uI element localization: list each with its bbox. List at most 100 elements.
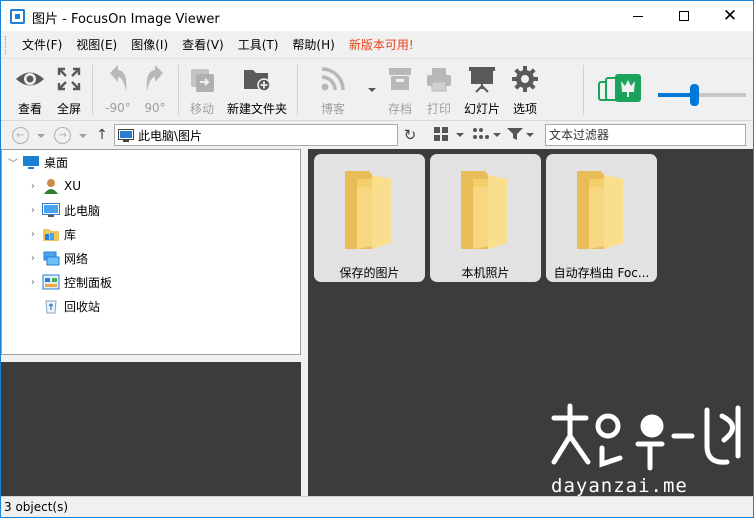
- tree-item-library[interactable]: › 库: [26, 223, 76, 245]
- rotate-right-label: 90°: [144, 101, 166, 115]
- maximize-button[interactable]: [661, 1, 707, 31]
- panel-splitter[interactable]: [301, 149, 308, 496]
- tree-item-label: 控制面板: [64, 275, 113, 290]
- blog-label: 博客: [320, 102, 345, 116]
- text-filter-input[interactable]: [549, 128, 739, 142]
- archive-button[interactable]: 存档: [382, 63, 418, 117]
- preview-panel: [1, 362, 301, 496]
- thumbnail-size-button[interactable]: [597, 73, 647, 109]
- close-button[interactable]: ✕: [707, 1, 753, 31]
- expand-chevron-icon[interactable]: ›: [26, 181, 40, 192]
- rss-icon: [320, 63, 346, 94]
- menu-grip: [5, 35, 8, 54]
- move-label: 移动: [189, 102, 214, 116]
- zoom-slider[interactable]: [658, 84, 746, 106]
- library-icon: [43, 229, 59, 241]
- eye-icon: [14, 63, 46, 94]
- tree-item-user[interactable]: › XU: [26, 175, 81, 197]
- slideshow-button[interactable]: 幻灯片: [461, 63, 503, 117]
- minimize-button[interactable]: [615, 1, 661, 31]
- expand-chevron-icon[interactable]: ›: [26, 205, 40, 216]
- options-button[interactable]: 选项: [507, 63, 543, 117]
- app-icon: [10, 9, 25, 24]
- address-bar[interactable]: 此电脑\图片: [114, 124, 398, 146]
- move-button[interactable]: 移动: [184, 63, 220, 117]
- folder-icon: [577, 171, 623, 249]
- rotate-left-button[interactable]: -90°: [101, 63, 135, 117]
- control-panel-icon: [42, 274, 60, 290]
- folder-thumbnail[interactable]: 保存的图片: [314, 154, 425, 282]
- menu-view[interactable]: 视图(E): [69, 36, 124, 53]
- forward-arrow-icon: →: [58, 130, 67, 141]
- rotate-right-icon: [143, 63, 167, 95]
- forward-dropdown-arrow-icon[interactable]: [79, 134, 87, 138]
- menu-help[interactable]: 帮助(H): [285, 36, 341, 53]
- expand-chevron-icon[interactable]: ›: [26, 229, 40, 240]
- rotate-left-icon: [106, 63, 130, 95]
- refresh-button[interactable]: ↻: [402, 126, 418, 144]
- sort-button[interactable]: [472, 127, 502, 143]
- blog-dropdown-arrow-icon[interactable]: [368, 88, 376, 92]
- tree-item-network[interactable]: › 网络: [26, 247, 88, 269]
- gear-icon: [511, 63, 539, 94]
- tree-item-this-pc[interactable]: › 此电脑: [26, 199, 100, 221]
- zoom-slider-thumb[interactable]: [690, 84, 699, 106]
- expand-chevron-icon[interactable]: ›: [26, 253, 40, 264]
- archive-icon: [386, 63, 414, 94]
- folder-thumbnail[interactable]: 自动存档由 Foc...: [546, 154, 657, 282]
- folder-label: 本机照片: [461, 266, 510, 280]
- network-icon: [43, 251, 60, 266]
- archive-label: 存档: [387, 102, 412, 116]
- computer-icon: [118, 128, 134, 142]
- move-icon: [188, 63, 216, 94]
- back-dropdown-arrow-icon[interactable]: [37, 134, 45, 138]
- folder-thumbnail[interactable]: 本机照片: [430, 154, 541, 282]
- status-bar: 3 object(s): [1, 496, 753, 517]
- expand-chevron-icon[interactable]: ›: [26, 277, 40, 288]
- new-folder-icon: [242, 63, 272, 94]
- menu-update-available[interactable]: 新版本可用!: [342, 36, 421, 53]
- view-button[interactable]: 查看: [10, 63, 50, 117]
- print-button[interactable]: 打印: [421, 63, 457, 117]
- collapse-chevron-icon[interactable]: ﹀: [6, 155, 20, 170]
- folder-label: 保存的图片: [339, 266, 400, 280]
- toolbar-separator: [297, 65, 298, 115]
- back-arrow-icon: ←: [16, 130, 25, 141]
- blog-button[interactable]: 博客: [315, 63, 351, 117]
- sort-dropdown-icon: [493, 133, 501, 137]
- user-icon: [44, 179, 58, 194]
- up-arrow-icon: ↑: [96, 127, 108, 143]
- tree-item-desktop[interactable]: ﹀ 桌面: [6, 151, 68, 173]
- desktop-icon: [23, 156, 39, 169]
- menu-image[interactable]: 图像(I): [124, 36, 175, 53]
- folder-icon: [345, 171, 391, 249]
- fullscreen-label: 全屏: [56, 102, 81, 116]
- menu-browse[interactable]: 查看(V): [175, 36, 231, 53]
- new-folder-button[interactable]: 新建文件夹: [225, 63, 289, 117]
- tree-item-control-panel[interactable]: › 控制面板: [26, 271, 112, 293]
- close-icon: ✕: [722, 5, 738, 26]
- text-filter-field[interactable]: [545, 124, 746, 146]
- filter-button[interactable]: [507, 127, 537, 143]
- folder-icon: [461, 171, 507, 249]
- forward-button[interactable]: →: [54, 127, 71, 144]
- tree-item-recycle-bin[interactable]: 回收站: [40, 295, 100, 317]
- menu-file[interactable]: 文件(F): [15, 36, 69, 53]
- toolbar: 查看 全屏 -90° 90° 移动 新建文件夹 博客 存档 打印 幻灯片 选项: [1, 59, 753, 121]
- new-folder-label: 新建文件夹: [226, 102, 287, 116]
- menu-tools[interactable]: 工具(T): [231, 36, 286, 53]
- view-mode-button[interactable]: [434, 127, 464, 143]
- fullscreen-button[interactable]: 全屏: [51, 63, 87, 117]
- refresh-icon: ↻: [403, 126, 417, 144]
- minimize-icon: [633, 15, 643, 17]
- title-bar: 图片 - FocusOn Image Viewer ✕: [1, 1, 753, 31]
- computer-icon: [42, 203, 60, 217]
- slideshow-label: 幻灯片: [463, 102, 500, 116]
- watermark-url: dayanzai.me: [551, 475, 688, 497]
- rotate-right-button[interactable]: 90°: [138, 63, 172, 117]
- back-button[interactable]: ←: [12, 127, 29, 144]
- fullscreen-icon: [56, 63, 82, 94]
- up-button[interactable]: ↑: [94, 126, 110, 144]
- menu-bar: 文件(F) 视图(E) 图像(I) 查看(V) 工具(T) 帮助(H) 新版本可…: [1, 31, 753, 59]
- app-window: 图片 - FocusOn Image Viewer ✕ 文件(F) 视图(E) …: [0, 0, 754, 518]
